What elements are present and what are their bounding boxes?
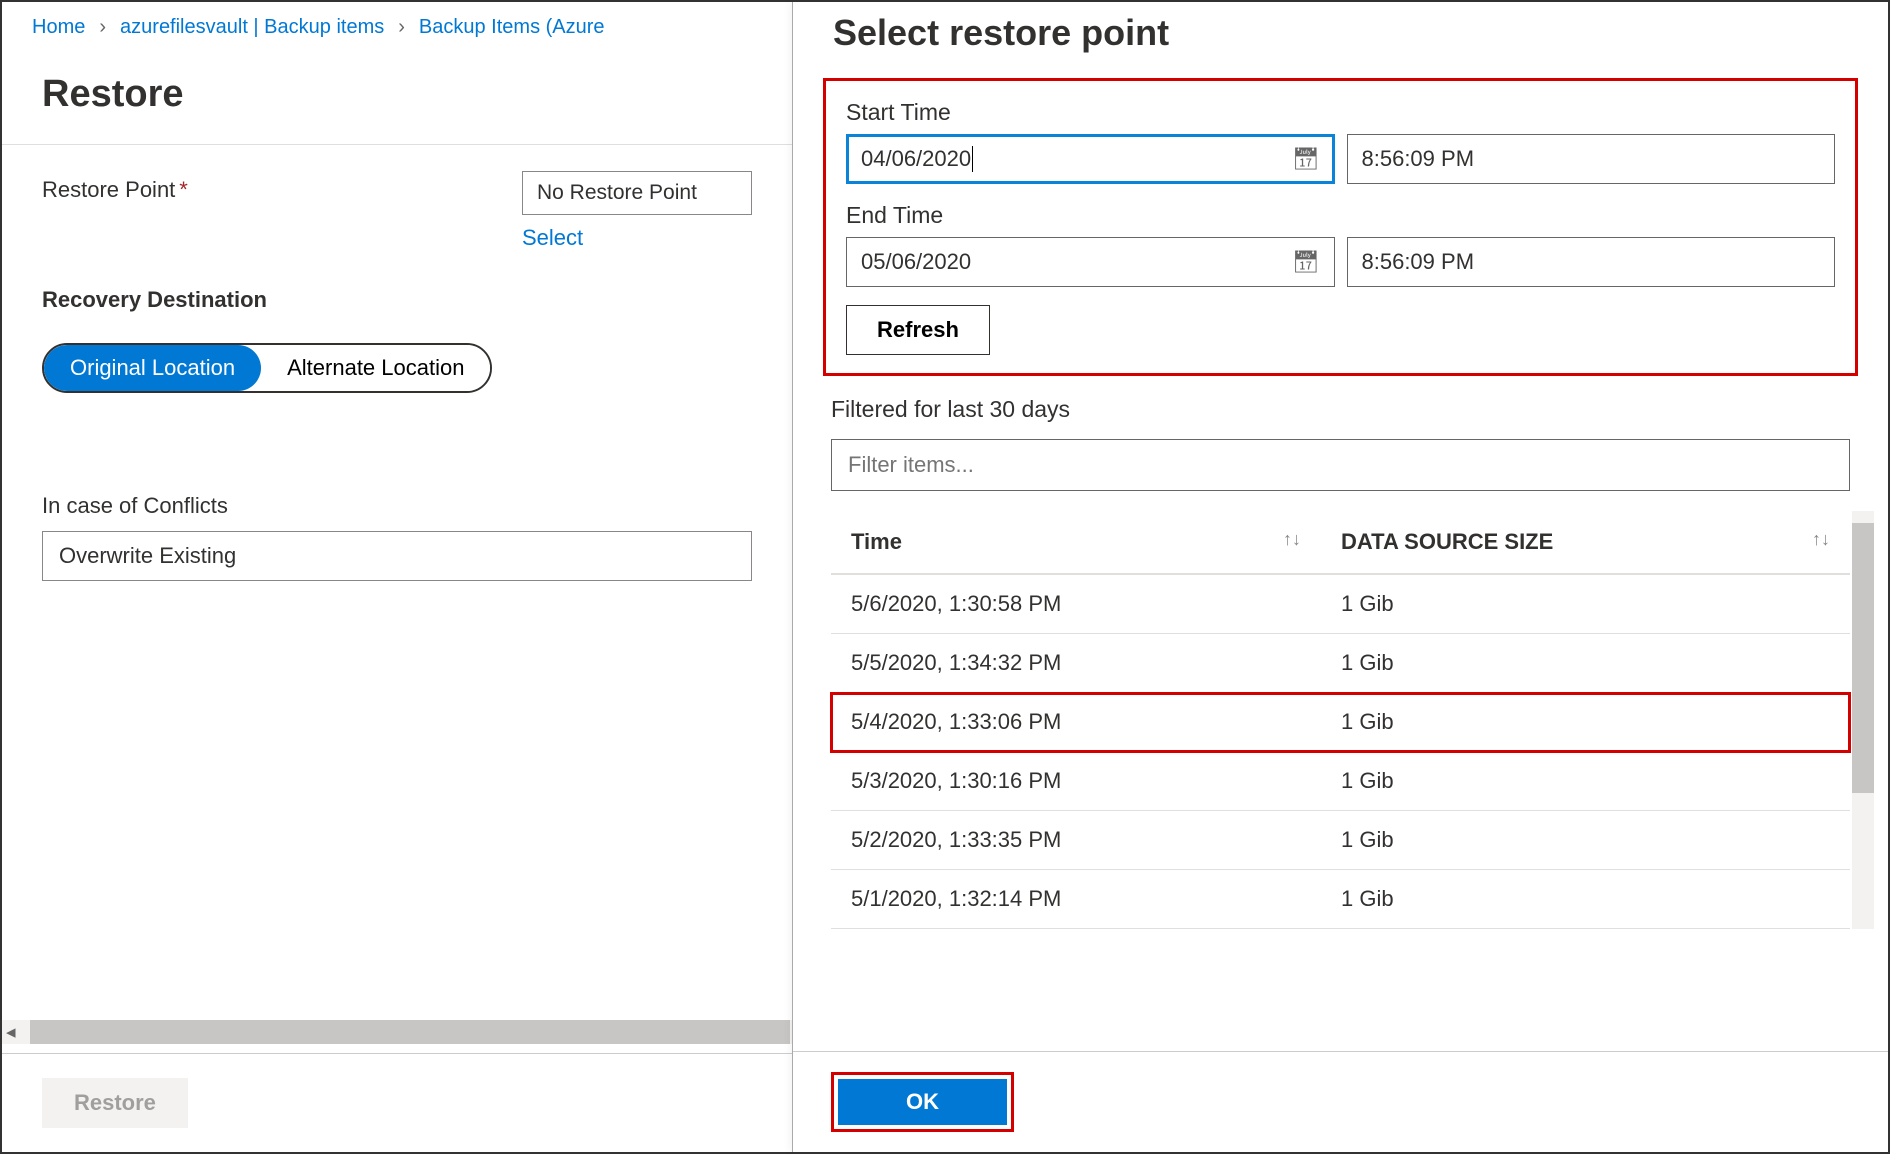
end-time-input[interactable]: 8:56:09 PM xyxy=(1347,237,1836,287)
select-restore-point-link[interactable]: Select xyxy=(522,225,583,251)
scrollbar-thumb[interactable] xyxy=(30,1020,790,1044)
conflicts-label: In case of Conflicts xyxy=(42,493,752,519)
sort-icon[interactable]: ↑↓ xyxy=(1812,529,1830,550)
end-date-input[interactable]: 05/06/2020 📅︎ xyxy=(846,237,1335,287)
start-time-label: Start Time xyxy=(846,99,1835,126)
ok-button[interactable]: OK xyxy=(838,1079,1007,1125)
restore-point-value: No Restore Point xyxy=(522,171,752,215)
page-title: Restore xyxy=(2,53,792,144)
breadcrumb-vault[interactable]: azurefilesvault | Backup items xyxy=(120,16,384,39)
scrollbar-thumb[interactable] xyxy=(1852,523,1874,793)
sort-icon[interactable]: ↑↓ xyxy=(1283,529,1301,550)
end-time-label: End Time xyxy=(846,202,1835,229)
table-row[interactable]: 5/6/2020, 1:30:58 PM1 Gib xyxy=(831,574,1850,634)
column-header-size[interactable]: DATA SOURCE SIZE↑↓ xyxy=(1321,511,1850,574)
calendar-icon[interactable]: 📅︎ xyxy=(1292,249,1320,275)
recovery-destination-toggle: Original Location Alternate Location xyxy=(42,343,492,393)
table-row[interactable]: 5/5/2020, 1:34:32 PM1 Gib xyxy=(831,634,1850,693)
breadcrumb-backup-items[interactable]: Backup Items (Azure xyxy=(419,16,605,39)
panel-bottom-bar: OK xyxy=(793,1051,1888,1152)
chevron-right-icon: › xyxy=(99,16,106,39)
toggle-original-location[interactable]: Original Location xyxy=(44,345,261,391)
time-filter-section: Start Time 04/06/2020 📅︎ 8:56:09 PM End … xyxy=(823,78,1858,376)
breadcrumb-home[interactable]: Home xyxy=(32,16,85,39)
horizontal-scrollbar[interactable]: ◂ xyxy=(2,1020,792,1044)
table-row[interactable]: 5/2/2020, 1:33:35 PM1 Gib xyxy=(831,811,1850,870)
start-time-input[interactable]: 8:56:09 PM xyxy=(1347,134,1836,184)
bottom-bar: Restore xyxy=(2,1053,792,1152)
conflicts-dropdown[interactable]: Overwrite Existing xyxy=(42,531,752,581)
filter-items-input[interactable] xyxy=(831,439,1850,491)
table-row-selected[interactable]: 5/4/2020, 1:33:06 PM1 Gib xyxy=(831,693,1850,752)
restore-button: Restore xyxy=(42,1078,188,1128)
select-restore-point-panel: Select restore point Start Time 04/06/20… xyxy=(792,2,1888,1152)
panel-title: Select restore point xyxy=(793,2,1888,78)
breadcrumb: Home › azurefilesvault | Backup items › … xyxy=(2,2,792,53)
recovery-destination-label: Recovery Destination xyxy=(42,287,752,313)
vertical-scrollbar[interactable] xyxy=(1852,511,1874,929)
column-header-time[interactable]: Time↑↓ xyxy=(831,511,1321,574)
filtered-status-text: Filtered for last 30 days xyxy=(831,396,1850,423)
restore-point-label: Restore Point* xyxy=(42,171,522,203)
refresh-button[interactable]: Refresh xyxy=(846,305,990,355)
restore-points-table: Time↑↓ DATA SOURCE SIZE↑↓ 5/6/2020, 1:30… xyxy=(831,511,1850,929)
calendar-icon[interactable]: 📅︎ xyxy=(1292,146,1320,172)
table-row[interactable]: 5/3/2020, 1:30:16 PM1 Gib xyxy=(831,752,1850,811)
table-row[interactable]: 5/1/2020, 1:32:14 PM1 Gib xyxy=(831,870,1850,929)
chevron-left-icon: ◂ xyxy=(6,1021,16,1044)
toggle-alternate-location[interactable]: Alternate Location xyxy=(261,345,490,391)
chevron-right-icon: › xyxy=(398,16,405,39)
start-date-input[interactable]: 04/06/2020 📅︎ xyxy=(846,134,1335,184)
